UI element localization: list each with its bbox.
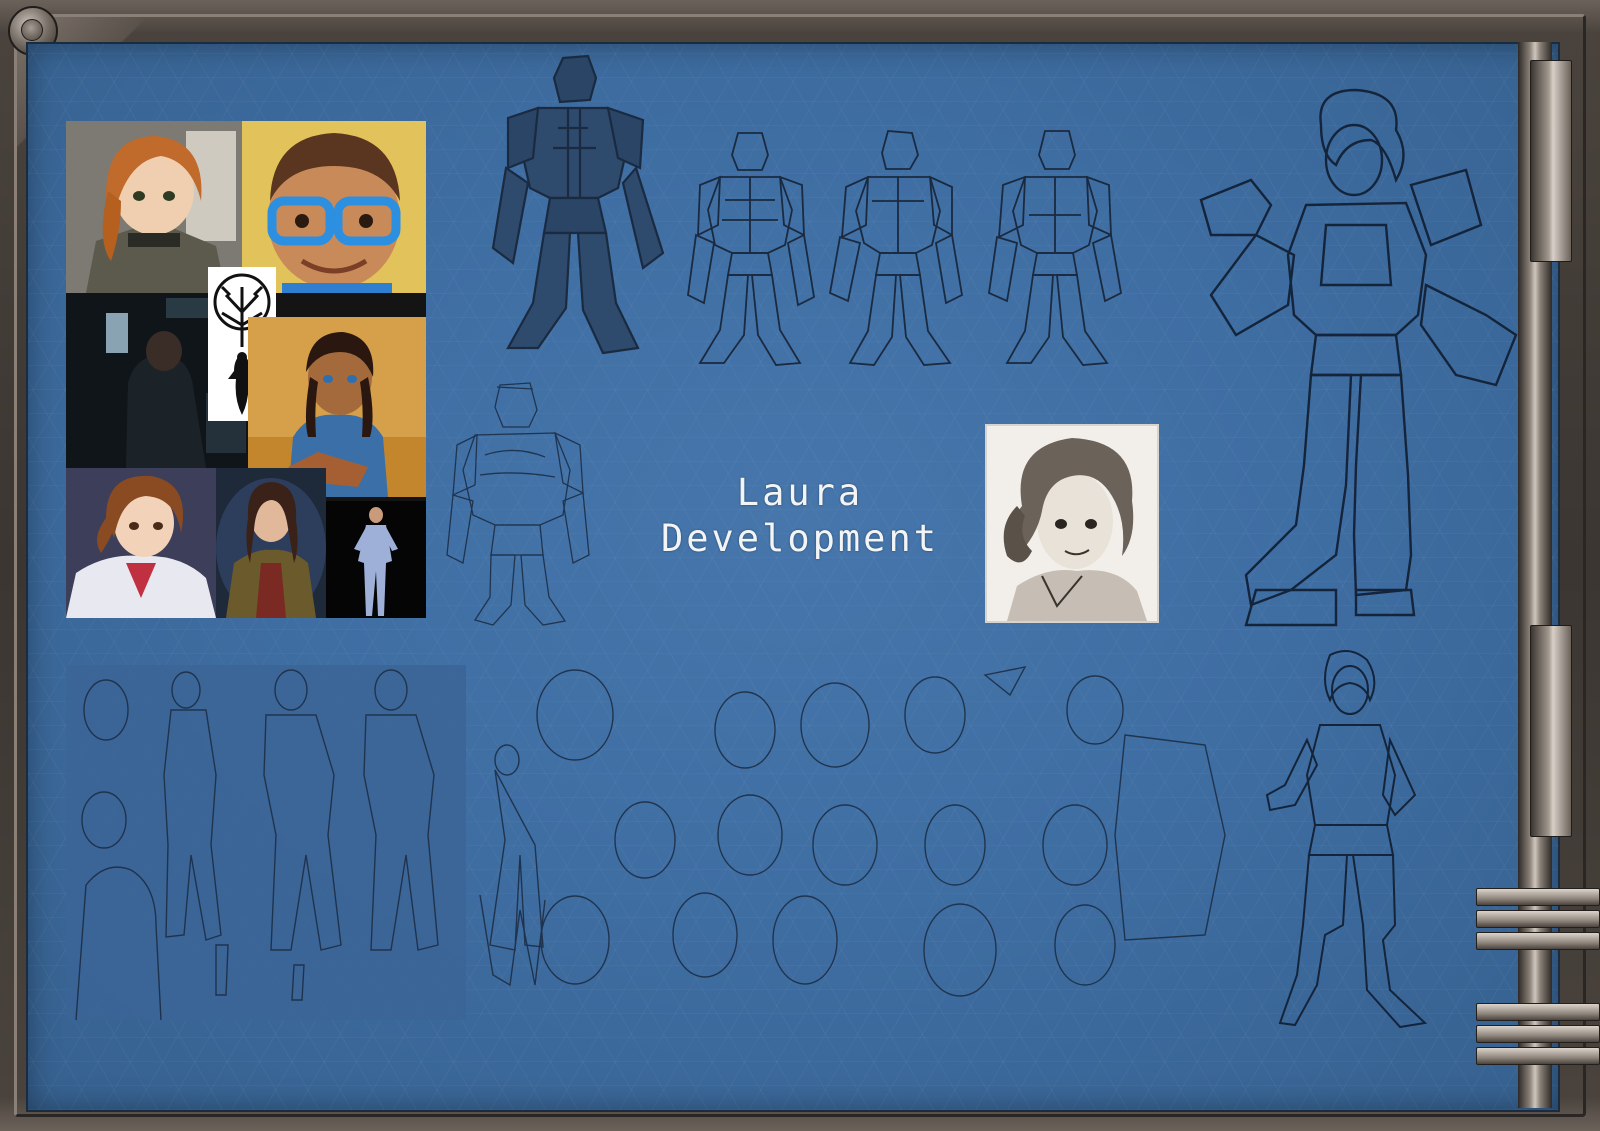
face-study-sheet	[465, 655, 1245, 1030]
rail-clamp-middle	[1530, 625, 1572, 837]
laura-portrait-sketch	[985, 424, 1159, 623]
rail-clamp-top	[1530, 60, 1572, 262]
laura-casual-lineart	[1255, 645, 1440, 1030]
reference-collage	[66, 121, 426, 618]
vent-slots-upper	[1476, 888, 1600, 954]
jumpsuit-mechanic-image	[326, 501, 426, 618]
title-line-2: Development	[660, 517, 940, 560]
armor-rough-sketch	[445, 375, 590, 630]
laura-armored-lineart	[1196, 85, 1526, 630]
vent-slots-lower	[1476, 1003, 1600, 1069]
armor-suit-sketch	[478, 48, 670, 370]
anime-brown-hair-uniform-image	[66, 468, 216, 618]
actress-jacket-image	[216, 468, 326, 618]
armor-turnaround-three-quarter	[826, 125, 966, 370]
armor-turnaround-back	[985, 125, 1125, 370]
page-title: Laura Development	[620, 470, 980, 562]
body-study-sheet	[66, 665, 466, 1020]
title-line-1: Laura	[736, 471, 864, 514]
armor-turnaround-front	[680, 125, 820, 370]
